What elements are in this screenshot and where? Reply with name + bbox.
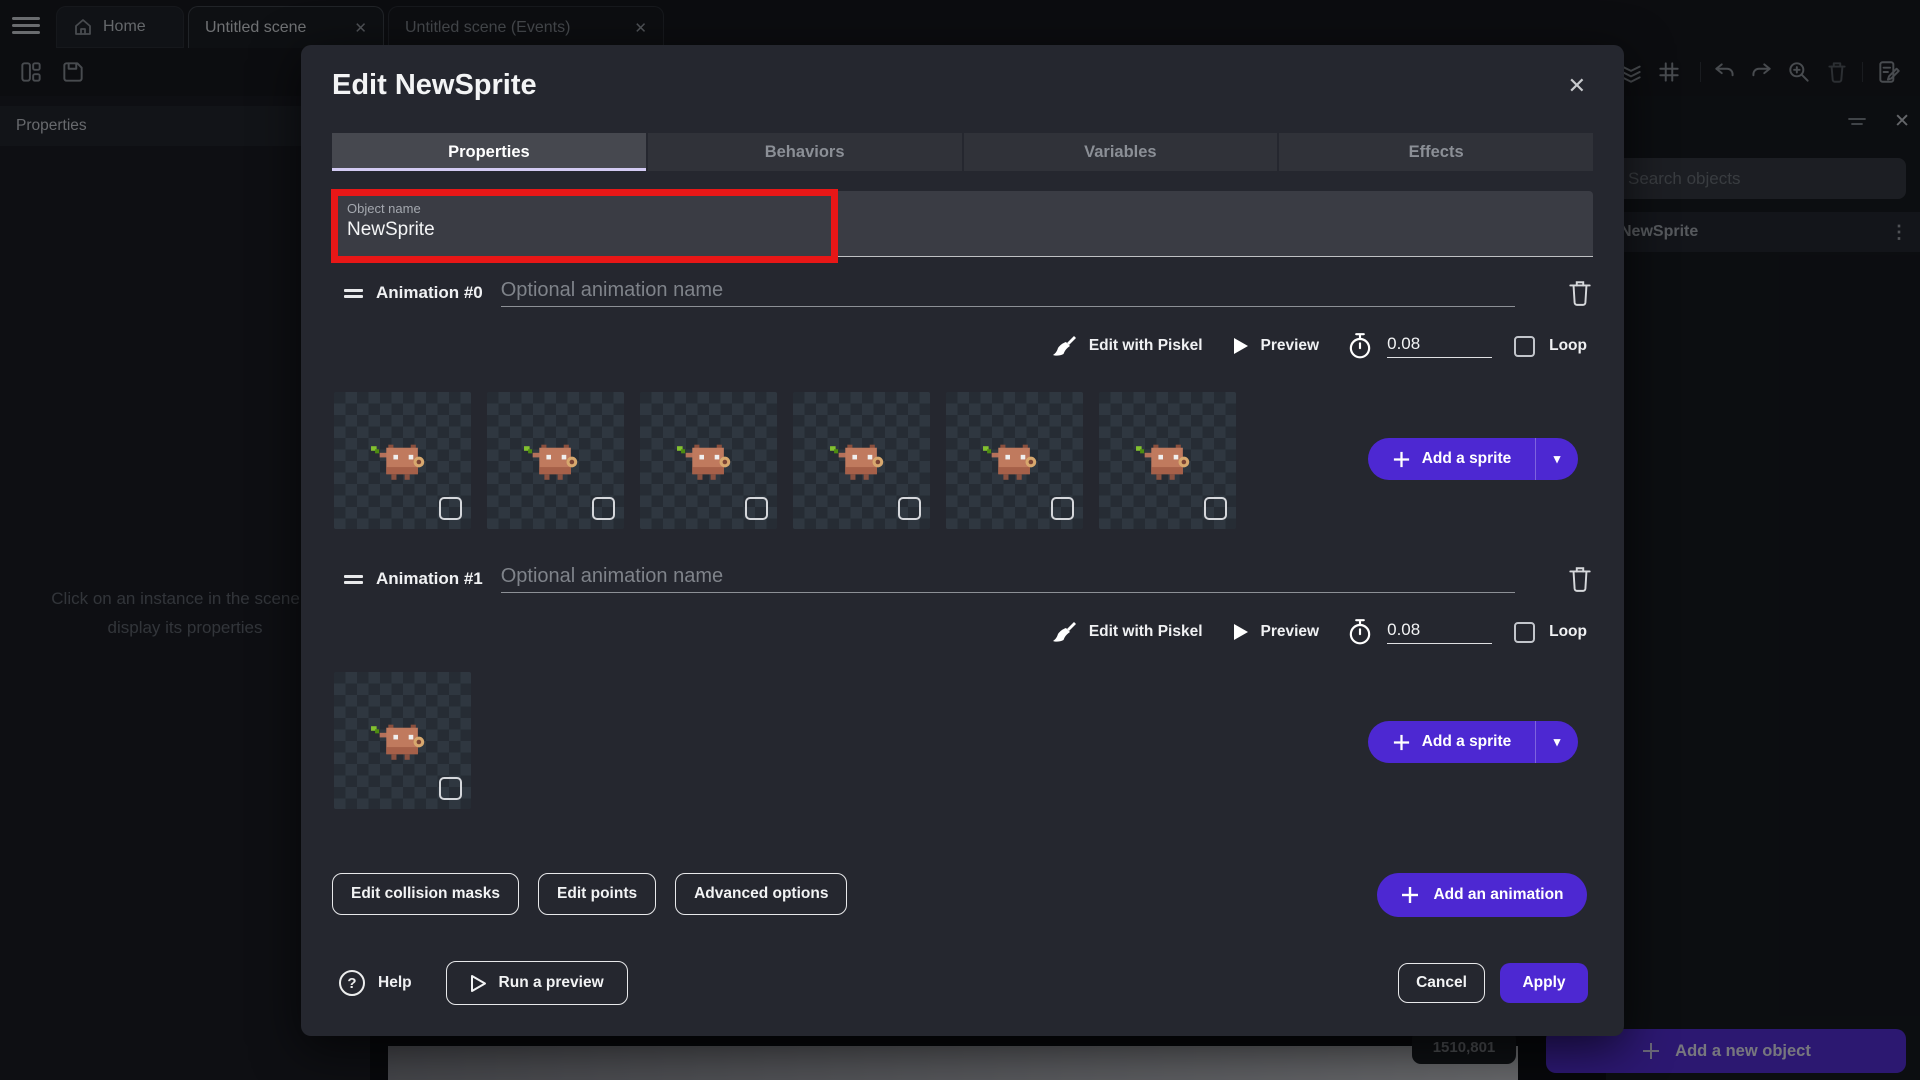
preview-button[interactable]: Preview	[1233, 337, 1320, 355]
edit-collision-masks-button[interactable]: Edit collision masks	[332, 873, 519, 915]
plus-icon	[1392, 450, 1411, 469]
object-name-input[interactable]	[347, 219, 947, 241]
sprite-frame[interactable]	[334, 392, 471, 529]
frame-select-checkbox[interactable]	[745, 497, 768, 520]
loop-checkbox[interactable]	[1514, 336, 1535, 357]
object-name-field-label: Object name	[347, 201, 421, 216]
run-preview-button[interactable]: Run a preview	[446, 961, 628, 1005]
frame-select-checkbox[interactable]	[898, 497, 921, 520]
pig-sprite-image	[370, 722, 426, 764]
loop-checkbox[interactable]	[1514, 622, 1535, 643]
stopwatch-icon	[1347, 332, 1373, 360]
time-between-frames-input[interactable]	[1387, 620, 1492, 644]
pig-sprite-image	[370, 442, 426, 484]
animation-name-input[interactable]	[501, 279, 1515, 307]
dialog-tab-variables[interactable]: Variables	[962, 133, 1278, 171]
preview-button[interactable]: Preview	[1233, 623, 1320, 641]
animation-0-frames	[334, 392, 1236, 529]
brush-icon	[1051, 619, 1077, 645]
pig-sprite-image	[676, 442, 732, 484]
animation-title: Animation #0	[376, 283, 483, 303]
animation-0-controls: Edit with Piskel Preview Loop	[1051, 330, 1587, 362]
dialog-footer: ? Help Run a preview Cancel Apply	[339, 961, 1588, 1005]
chevron-down-icon[interactable]: ▾	[1536, 734, 1578, 750]
sprite-frame[interactable]	[640, 392, 777, 529]
pig-sprite-image	[523, 442, 579, 484]
drag-handle-icon[interactable]	[344, 572, 363, 587]
plus-icon	[1392, 733, 1411, 752]
add-sprite-button[interactable]: Add a sprite ▾	[1368, 721, 1578, 763]
dialog-tab-properties[interactable]: Properties	[332, 133, 646, 171]
animation-1-frames	[334, 672, 471, 809]
help-button[interactable]: ? Help	[339, 970, 412, 996]
sprite-frame[interactable]	[334, 672, 471, 809]
pig-sprite-image	[982, 442, 1038, 484]
edit-with-piskel-button[interactable]: Edit with Piskel	[1051, 619, 1203, 645]
frame-select-checkbox[interactable]	[1204, 497, 1227, 520]
edit-with-piskel-button[interactable]: Edit with Piskel	[1051, 333, 1203, 359]
animation-title: Animation #1	[376, 569, 483, 589]
add-animation-button[interactable]: Add an animation	[1377, 873, 1587, 917]
sprite-frame[interactable]	[946, 392, 1083, 529]
loop-label: Loop	[1549, 623, 1587, 641]
apply-button[interactable]: Apply	[1500, 963, 1588, 1003]
sprite-frame[interactable]	[1099, 392, 1236, 529]
delete-animation-icon[interactable]	[1567, 565, 1593, 593]
frame-select-checkbox[interactable]	[592, 497, 615, 520]
chevron-down-icon[interactable]: ▾	[1536, 451, 1578, 467]
loop-label: Loop	[1549, 337, 1587, 355]
pig-sprite-image	[829, 442, 885, 484]
frame-select-checkbox[interactable]	[439, 777, 462, 800]
dialog-tabs: Properties Behaviors Variables Effects	[332, 133, 1593, 171]
brush-icon	[1051, 333, 1077, 359]
drag-handle-icon[interactable]	[344, 286, 363, 301]
pig-sprite-image	[1135, 442, 1191, 484]
animation-1-header: Animation #1	[332, 563, 1593, 595]
animation-1-controls: Edit with Piskel Preview Loop	[1051, 616, 1587, 648]
object-name-field: Object name	[332, 191, 1593, 257]
advanced-options-button[interactable]: Advanced options	[675, 873, 847, 915]
animation-0-header: Animation #0	[332, 277, 1593, 309]
dialog-title: Edit NewSprite	[332, 69, 537, 102]
play-outline-icon	[470, 974, 487, 993]
plus-icon	[1400, 885, 1420, 905]
dialog-close-icon[interactable]: ✕	[1568, 73, 1586, 99]
dialog-tab-effects[interactable]: Effects	[1277, 133, 1593, 171]
sprite-frame[interactable]	[487, 392, 624, 529]
frame-select-checkbox[interactable]	[439, 497, 462, 520]
cancel-button[interactable]: Cancel	[1398, 963, 1485, 1003]
help-icon: ?	[339, 970, 365, 996]
edit-sprite-dialog: Edit NewSprite ✕ Properties Behaviors Va…	[301, 45, 1624, 1036]
add-sprite-button[interactable]: Add a sprite ▾	[1368, 438, 1578, 480]
play-icon	[1233, 337, 1249, 355]
play-icon	[1233, 623, 1249, 641]
frame-select-checkbox[interactable]	[1051, 497, 1074, 520]
delete-animation-icon[interactable]	[1567, 279, 1593, 307]
edit-points-button[interactable]: Edit points	[538, 873, 656, 915]
animation-name-input[interactable]	[501, 565, 1515, 593]
stopwatch-icon	[1347, 618, 1373, 646]
dialog-tab-behaviors[interactable]: Behaviors	[646, 133, 962, 171]
sprite-frame[interactable]	[793, 392, 930, 529]
time-between-frames-input[interactable]	[1387, 334, 1492, 358]
